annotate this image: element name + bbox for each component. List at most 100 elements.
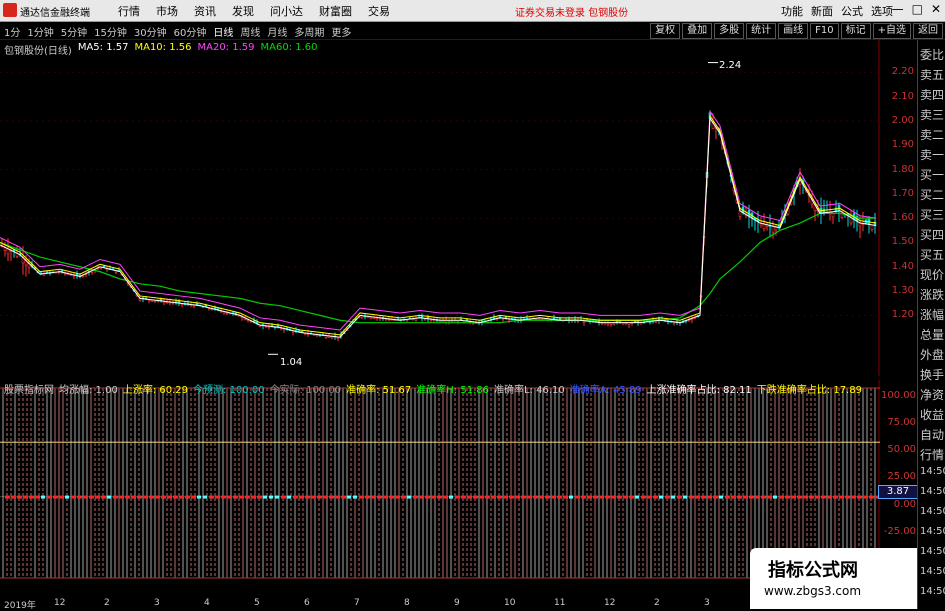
indicator-dot [107, 495, 111, 499]
period-tab-0[interactable]: 1分 [4, 24, 20, 39]
sidebar-item[interactable]: 换手 [920, 366, 945, 383]
sidebar-item[interactable]: 外盘 [920, 346, 945, 363]
sidebar-item[interactable]: 收益 [920, 406, 945, 423]
tool-button-8[interactable]: 返回 [913, 23, 943, 39]
period-tab-2[interactable]: 5分钟 [61, 24, 87, 39]
menu-item-formula[interactable]: 公式 [841, 3, 863, 19]
indicator-dot [281, 495, 286, 499]
tool-button-5[interactable]: F10 [810, 23, 839, 39]
indicator-dot [665, 495, 670, 499]
menu-item-wealth[interactable]: 财富圈 [313, 3, 358, 19]
indicator-dot [515, 495, 520, 499]
watermark: 指标公式网 www.zbgs3.com [750, 548, 917, 609]
indicator-dot [77, 495, 82, 499]
period-tab-1[interactable]: 1分钟 [27, 24, 53, 39]
tool-button-2[interactable]: 多股 [714, 23, 745, 39]
period-tab-10[interactable]: 更多 [331, 24, 351, 39]
menu-item-function[interactable]: 功能 [781, 3, 803, 19]
menu-item-trade[interactable]: 交易 [362, 3, 396, 19]
sidebar-item[interactable]: 自动 [920, 426, 945, 443]
indicator-dot [275, 495, 279, 499]
indicator-dot [35, 495, 40, 499]
sidebar-item[interactable]: 净资 [920, 386, 945, 403]
candle-body [762, 223, 766, 230]
tool-button-4[interactable]: 画线 [778, 23, 809, 39]
sidebar-item[interactable]: 14:50 [920, 506, 945, 517]
indicator-tick: 100.00 [881, 390, 916, 401]
sidebar-item[interactable]: 卖四 [920, 86, 945, 103]
login-notice[interactable]: 证券交易未登录 包钢股份 [515, 4, 628, 19]
sidebar-item[interactable]: 卖五 [920, 66, 945, 83]
menu-item-ask[interactable]: 问小达 [264, 3, 309, 19]
period-tab-6[interactable]: 日线 [213, 24, 233, 39]
sidebar-item[interactable]: 买五 [920, 246, 945, 263]
menu-item-news[interactable]: 资讯 [188, 3, 222, 19]
tool-button-0[interactable]: 复权 [650, 23, 681, 39]
indicator-dot [305, 495, 310, 499]
minimize-icon[interactable]: — [892, 2, 904, 16]
indicator-dot [749, 495, 754, 499]
indicator-title: 股票指标网 [4, 385, 54, 396]
sidebar-item[interactable]: 14:50 [920, 546, 945, 557]
sidebar-item[interactable]: 14:50 [920, 586, 945, 597]
indicator-dot [593, 495, 598, 499]
indicator-dot [191, 495, 196, 499]
indicator-dot [53, 495, 58, 499]
period-tab-9[interactable]: 多周期 [294, 24, 324, 39]
price-tick: 1.30 [891, 285, 914, 297]
sidebar-item[interactable]: 买一 [920, 166, 945, 183]
menu-item-options[interactable]: 选项 [871, 3, 893, 19]
sidebar-item[interactable]: 14:50 [920, 526, 945, 537]
tool-button-6[interactable]: 标记 [840, 23, 871, 39]
sidebar-item[interactable]: 委比 [920, 46, 945, 63]
sidebar-item[interactable]: 涨幅 [920, 306, 945, 323]
indicator-dot [5, 495, 10, 499]
sidebar-item[interactable]: 行情 [920, 446, 945, 463]
kline-chart[interactable] [0, 40, 880, 376]
date-tick: 8 [404, 598, 410, 608]
quote-sidebar: 委比卖五卖四卖三卖二卖一买一买二买三买四买五现价涨跌涨幅总量外盘换手净资收益自动… [917, 40, 945, 609]
sidebar-item[interactable]: 14:50 [920, 566, 945, 577]
menu-item-quotes[interactable]: 行情 [112, 3, 146, 19]
indicator-dot [185, 495, 190, 499]
period-tab-5[interactable]: 60分钟 [174, 24, 207, 39]
date-tick: 12 [54, 598, 66, 608]
indicator-dot [263, 495, 267, 499]
sidebar-item[interactable]: 现价 [920, 266, 945, 283]
sidebar-item[interactable]: 买二 [920, 186, 945, 203]
maximize-icon[interactable]: □ [912, 2, 923, 16]
sidebar-item[interactable]: 买四 [920, 226, 945, 243]
tool-button-7[interactable]: +自选 [872, 23, 911, 39]
menu-item-discover[interactable]: 发现 [226, 3, 260, 19]
indicator-dot [545, 495, 550, 499]
indicator-dot [299, 495, 304, 499]
sidebar-item[interactable]: 卖三 [920, 106, 945, 123]
indicator-dot [155, 495, 160, 499]
sidebar-item[interactable]: 卖二 [920, 126, 945, 143]
indicator-dot [563, 495, 568, 499]
indicator-dot [383, 495, 388, 499]
menu-item-market[interactable]: 市场 [150, 3, 184, 19]
indicator-dot [575, 495, 580, 499]
sidebar-item[interactable]: 买三 [920, 206, 945, 223]
indicator-dot [503, 495, 508, 499]
indicator-dot [23, 495, 28, 499]
sidebar-item[interactable]: 14:50 [920, 486, 945, 497]
date-tick: 2 [654, 598, 660, 608]
tool-button-3[interactable]: 统计 [746, 23, 777, 39]
menu-item-newpage[interactable]: 新面 [811, 3, 833, 19]
sidebar-item[interactable]: 卖一 [920, 146, 945, 163]
period-tab-7[interactable]: 周线 [240, 24, 260, 39]
period-tab-4[interactable]: 30分钟 [134, 24, 167, 39]
indicator-chart[interactable] [0, 380, 880, 600]
sidebar-item[interactable]: 总量 [920, 326, 945, 343]
price-tick: 2.00 [891, 114, 914, 126]
sidebar-item[interactable]: 涨跌 [920, 286, 945, 303]
indicator-dot [203, 495, 207, 499]
candle-body [831, 211, 835, 218]
close-icon[interactable]: ✕ [931, 2, 941, 16]
period-tab-3[interactable]: 15分钟 [94, 24, 127, 39]
sidebar-item[interactable]: 14:50 [920, 466, 945, 477]
tool-button-1[interactable]: 叠加 [682, 23, 713, 39]
period-tab-8[interactable]: 月线 [267, 24, 287, 39]
